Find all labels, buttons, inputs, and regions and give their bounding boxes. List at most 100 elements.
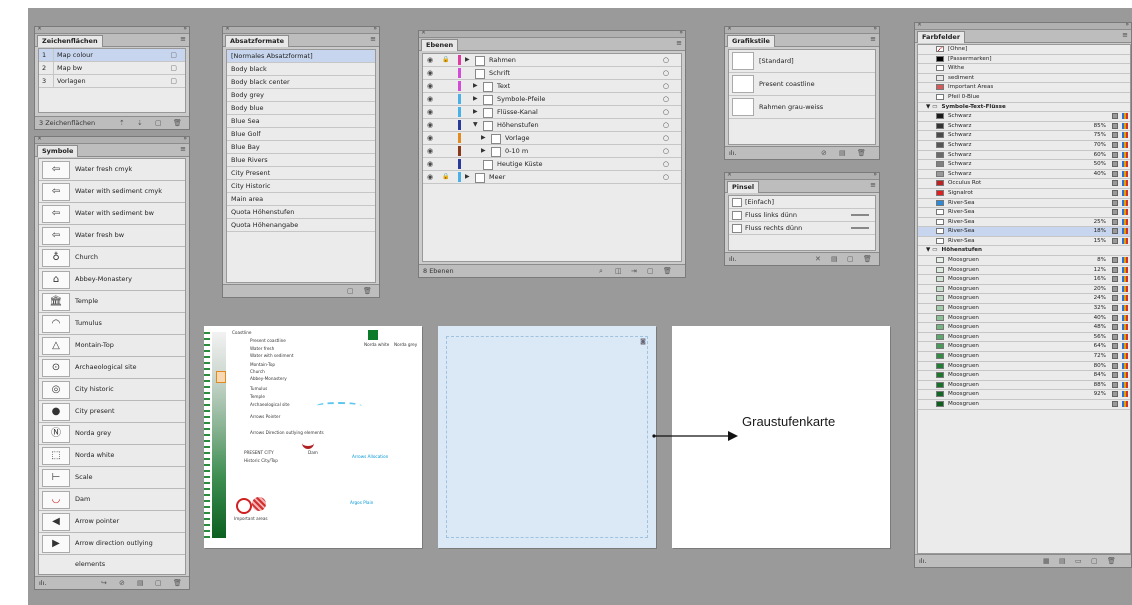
tab-paragraph-styles[interactable]: Absatzformate [225,35,290,47]
panel-menu-icon[interactable]: ≡ [370,35,376,43]
eye-icon[interactable]: ◉ [427,132,433,144]
target-circle-icon[interactable]: ○ [663,93,669,105]
paragraph-style-row[interactable]: Blue Golf [227,128,375,141]
remove-stroke-icon[interactable]: ✕ [815,253,821,265]
options-icon[interactable]: ▤ [831,253,838,265]
move-down-icon[interactable]: ⇣ [137,117,143,129]
paragraph-style-row[interactable]: Main area [227,193,375,206]
target-circle-icon[interactable]: ○ [663,132,669,144]
layer-row[interactable]: ◉ Schrift ○ [423,67,681,80]
paragraph-style-row[interactable]: Quota Höhenstufen [227,206,375,219]
symbol-row[interactable]: ⬚ Norda white [39,445,185,467]
brush-row[interactable]: [Einfach] [729,196,875,209]
symbol-row[interactable]: ⇦ Water fresh cmyk [39,159,185,181]
expand-arrow-icon[interactable]: ▶ [465,171,470,183]
swatch-row[interactable]: River-Sea [918,199,1130,209]
target-circle-icon[interactable]: ○ [663,158,669,170]
layer-row[interactable]: ◉ ▶ Flüsse-Kanal ○ [423,106,681,119]
target-circle-icon[interactable]: ○ [663,106,669,118]
symbol-row[interactable]: ◎ City historic [39,379,185,401]
target-circle-icon[interactable]: ○ [663,119,669,131]
trash-icon[interactable]: 🗑 [857,147,866,159]
layer-row[interactable]: ◉ ▶ 0-10 m ○ [423,145,681,158]
paragraph-style-row[interactable]: Body black [227,63,375,76]
swatch-row[interactable]: Important Areas [918,83,1130,93]
tab-brushes[interactable]: Pinsel [727,181,760,193]
paragraph-style-row[interactable]: Body grey [227,89,375,102]
panel-menu-icon[interactable]: ≡ [1122,31,1128,39]
swatch-row[interactable]: Occulus Rot [918,179,1130,189]
swatch-row[interactable]: Withe [918,64,1130,74]
tab-swatches[interactable]: Farbfelder [917,31,966,43]
paragraph-style-row[interactable]: City Present [227,167,375,180]
panel-menu-icon[interactable]: ≡ [870,35,876,43]
trash-icon[interactable]: 🗑 [173,577,182,589]
swatch-row[interactable]: River-Sea 15% [918,237,1130,247]
locate-object-icon[interactable]: ⌕ [599,265,603,277]
collapse-icon[interactable]: » [183,137,187,142]
lock-icon[interactable]: 🔒 [442,54,449,66]
eye-icon[interactable]: ◉ [427,93,433,105]
layer-row[interactable]: ◉ ▼ Höhenstufen ○ [423,119,681,132]
graphic-style-row[interactable]: Present coastline [729,73,875,96]
paragraph-style-row[interactable]: Blue Sea [227,115,375,128]
symbol-row[interactable]: ⊢ Scale [39,467,185,489]
expand-arrow-icon[interactable]: ▶ [473,80,478,92]
new-group-icon[interactable]: ▭ [1075,555,1082,567]
trash-icon[interactable]: 🗑 [663,265,672,277]
swatch-row[interactable]: Moosgruen 32% [918,304,1130,314]
swatch-group-header[interactable]: ▼ ▭ Symbole-Text-Flüsse [918,103,1130,113]
trash-icon[interactable]: 🗑 [863,253,872,265]
symbol-row[interactable]: 🏛 Temple [39,291,185,313]
place-symbol-icon[interactable]: ↪ [101,577,107,589]
eye-icon[interactable]: ◉ [427,145,433,157]
layer-row[interactable]: ◉ ▶ Text ○ [423,80,681,93]
paragraph-style-row[interactable]: Blue Bay [227,141,375,154]
eye-icon[interactable]: ◉ [427,67,433,79]
library-menu-icon[interactable]: ılı. [39,579,46,587]
symbol-row[interactable]: ◠ Tumulus [39,313,185,335]
artboard-map-colour[interactable]: ◙ [438,326,656,548]
panel-menu-icon[interactable]: ≡ [180,145,186,153]
swatch-row[interactable]: Moosgruen 80% [918,362,1130,372]
swatch-options-icon[interactable]: ▤ [1059,555,1066,567]
symbol-row[interactable]: ● City present [39,401,185,423]
tab-layers[interactable]: Ebenen [421,39,459,51]
close-icon[interactable]: × [917,23,922,28]
symbol-row[interactable]: ⇦ Water with sediment bw [39,203,185,225]
swatch-row[interactable]: Schwarz 60% [918,151,1130,161]
target-circle-icon[interactable]: ○ [663,67,669,79]
layer-row[interactable]: ◉ Heutige Küste ○ [423,158,681,171]
collapse-icon[interactable]: » [1125,23,1129,28]
layer-row[interactable]: ◉ ▶ Symbole-Pfeile ○ [423,93,681,106]
eye-icon[interactable]: ◉ [427,158,433,170]
swatch-row[interactable]: sediment [918,74,1130,84]
close-icon[interactable]: × [727,27,732,32]
tab-symbols[interactable]: Symbole [37,145,79,157]
new-sublayer-icon[interactable]: ⇥ [631,265,637,277]
artboard-options-icon[interactable]: ▢ [170,75,177,87]
break-link-icon[interactable]: ⊘ [821,147,827,159]
library-menu-icon[interactable]: ılı. [729,255,736,263]
swatch-row[interactable]: Schwarz 85% [918,122,1130,132]
collapse-icon[interactable]: » [873,27,877,32]
layer-row[interactable]: ◉ ▶ Vorlage ○ [423,132,681,145]
paragraph-style-row[interactable]: City Historic [227,180,375,193]
paragraph-style-row[interactable]: [Normales Absatzformat] [227,50,375,63]
break-link-icon[interactable]: ⊘ [119,577,125,589]
swatch-row[interactable]: Moosgruen 92% [918,390,1130,400]
close-icon[interactable]: × [37,137,42,142]
artboard-options-icon[interactable]: ▢ [170,62,177,74]
symbol-row[interactable]: Ⓝ Norda grey [39,423,185,445]
artboard-row[interactable]: 2 Map bw ▢ [39,62,185,75]
target-circle-icon[interactable]: ○ [663,145,669,157]
swatch-row[interactable]: Schwarz 70% [918,141,1130,151]
show-kinds-icon[interactable]: ▦ [1043,555,1050,567]
move-up-icon[interactable]: ⇡ [119,117,125,129]
swatch-row[interactable]: River-Sea 25% [918,218,1130,228]
expand-arrow-icon[interactable]: ▶ [473,93,478,105]
library-menu-icon[interactable]: ılı. [729,149,736,157]
swatch-row[interactable]: Moosgruen 24% [918,294,1130,305]
swatch-row[interactable]: Schwarz 75% [918,131,1130,141]
expand-arrow-icon[interactable]: ▼ [473,119,478,131]
